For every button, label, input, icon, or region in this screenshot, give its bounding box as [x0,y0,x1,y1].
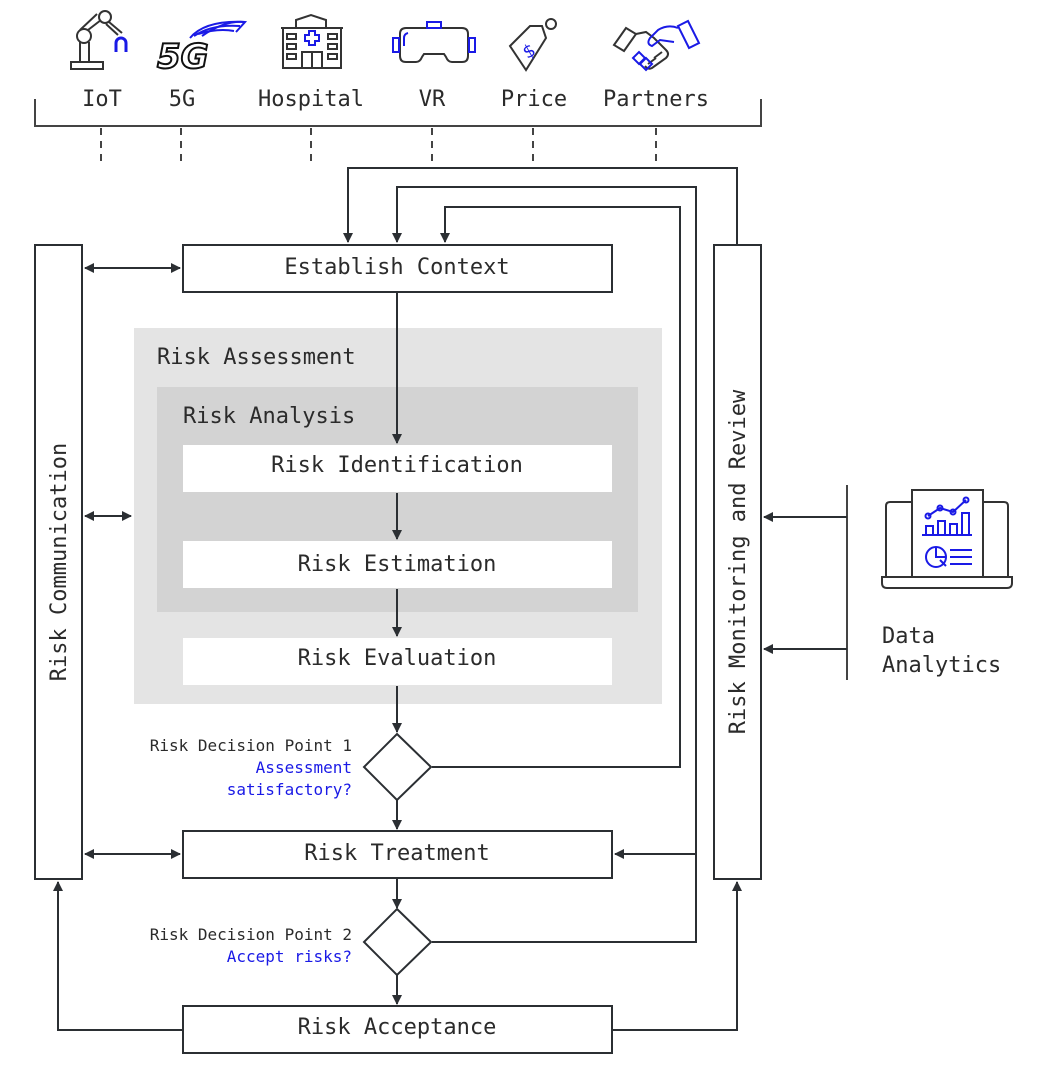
risk-estimation-label: Risk Estimation [298,552,497,577]
acceptance-to-communication-arrow [53,881,183,1031]
risk-treatment-label: Risk Treatment [304,841,489,866]
factor-label-iot: IoT [82,87,122,112]
establish-context-label: Establish Context [284,255,509,280]
5g-signal-icon: 5G [156,20,248,78]
decision-point-1-diamond [362,732,433,802]
decision-point-2-title: Risk Decision Point 2 [150,925,352,944]
decision-point-1-question-line1: Assessment [256,758,352,777]
handshake-icon [612,19,701,72]
data-analytics-arrows [763,512,847,654]
acceptance-to-monitoring-arrow [612,881,742,1031]
risk-management-diagram: 5G $ IoT 5G Hospital VR Price Partners R… [34,10,1013,1054]
risk-communication-label: Risk Communication [47,443,72,681]
risk-monitoring-label: Risk Monitoring and Review [726,389,751,734]
factor-label-price: Price [501,87,567,112]
factor-label-5g: 5G [169,87,196,112]
decision-point-1-title: Risk Decision Point 1 [150,736,352,755]
risk-identification-label: Risk Identification [271,453,523,478]
data-analytics-label-line1: Data [882,624,935,649]
price-tag-icon: $ [508,18,557,72]
risk-analysis-label: Risk Analysis [183,404,355,429]
vr-headset-icon [392,21,476,63]
hospital-icon [281,13,343,69]
risk-assessment-label: Risk Assessment [157,345,356,370]
factor-dashed-connectors [100,128,657,165]
decision-point-2-diamond [362,907,433,977]
factor-label-partners: Partners [603,87,709,112]
decision-point-2-question: Accept risks? [227,947,352,966]
data-analytics-label-line2: Analytics [882,653,1001,678]
risk-evaluation-label: Risk Evaluation [298,646,497,671]
factor-label-vr: VR [419,87,446,112]
robot-arm-icon [70,10,128,70]
risk-acceptance-label: Risk Acceptance [298,1015,497,1040]
svg-text:5G: 5G [157,37,209,77]
data-analytics-laptop-icon [881,489,1013,589]
decision-point-1-question-line2: satisfactory? [227,780,352,799]
factor-label-hospital: Hospital [258,87,364,112]
